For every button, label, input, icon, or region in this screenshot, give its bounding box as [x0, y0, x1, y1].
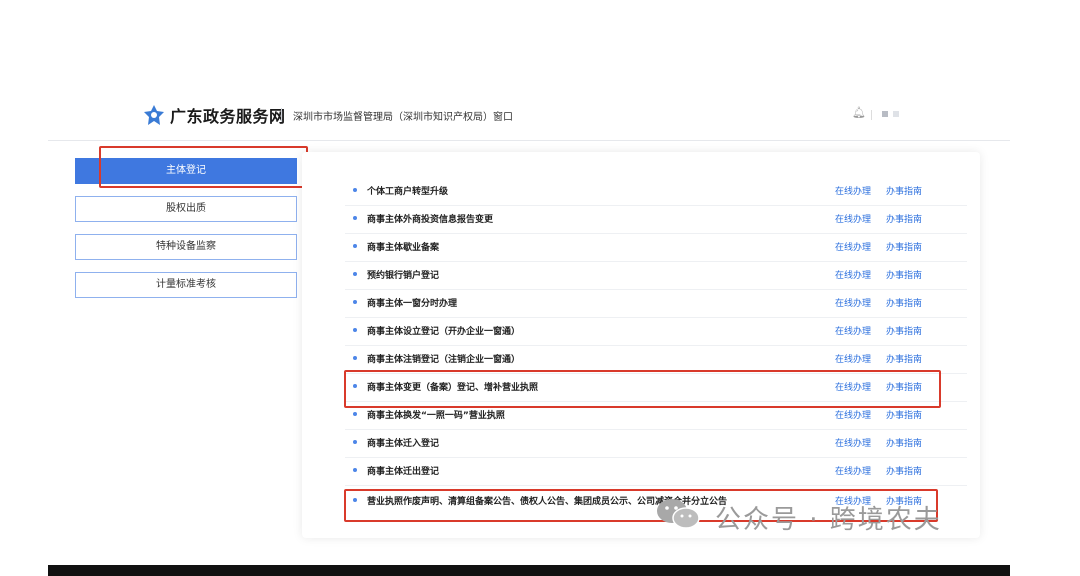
service-row: 预约银行销户登记 在线办理 办事指南 [345, 261, 967, 290]
online-apply-link[interactable]: 在线办理 [835, 324, 871, 337]
watermark-text: 公众号 · 跨境农夫 [715, 505, 942, 535]
highlight-box-change-registration [344, 370, 941, 408]
service-row: 商事主体设立登记（开办企业一窗通） 在线办理 办事指南 [345, 317, 967, 346]
wechat-icon [657, 499, 700, 529]
online-apply-link[interactable]: 在线办理 [835, 352, 871, 365]
logo-icon [144, 105, 164, 125]
bullet-icon [353, 216, 357, 220]
service-name[interactable]: 商事主体迁入登记 [367, 436, 439, 449]
online-apply-link[interactable]: 在线办理 [835, 240, 871, 253]
bullet-icon [353, 300, 357, 304]
footer-bar [48, 565, 1010, 576]
bullet-icon [353, 440, 357, 444]
service-name[interactable]: 商事主体迁出登记 [367, 464, 439, 477]
service-row: 商事主体迁出登记 在线办理 办事指南 [345, 457, 967, 486]
online-apply-link[interactable]: 在线办理 [835, 436, 871, 449]
online-apply-link[interactable]: 在线办理 [835, 268, 871, 281]
user-name-placeholder[interactable] [893, 111, 899, 117]
service-name[interactable]: 商事主体设立登记（开办企业一窗通） [367, 324, 520, 337]
service-row: 个体工商户转型升级 在线办理 办事指南 [345, 177, 967, 206]
bullet-icon [353, 272, 357, 276]
online-apply-link[interactable]: 在线办理 [835, 464, 871, 477]
service-row: 商事主体迁入登记 在线办理 办事指南 [345, 429, 967, 458]
service-row: 商事主体外商投资信息报告变更 在线办理 办事指南 [345, 205, 967, 234]
service-name[interactable]: 商事主体外商投资信息报告变更 [367, 212, 493, 225]
header-divider [281, 108, 282, 122]
sidebar-item-equity-pledge[interactable]: 股权出质 [75, 196, 297, 222]
online-apply-link[interactable]: 在线办理 [835, 408, 871, 421]
guide-link[interactable]: 办事指南 [886, 352, 922, 365]
highlight-box-sidebar [99, 146, 308, 188]
user-avatar-icon[interactable] [882, 111, 888, 117]
sidebar-item-special-equipment[interactable]: 特种设备监察 [75, 234, 297, 260]
bullet-icon [353, 356, 357, 360]
online-apply-link[interactable]: 在线办理 [835, 296, 871, 309]
guide-link[interactable]: 办事指南 [886, 296, 922, 309]
service-name[interactable]: 商事主体一窗分时办理 [367, 296, 457, 309]
service-row: 商事主体歇业备案 在线办理 办事指南 [345, 233, 967, 262]
service-row: 商事主体一窗分时办理 在线办理 办事指南 [345, 289, 967, 318]
guide-link[interactable]: 办事指南 [886, 240, 922, 253]
guide-link[interactable]: 办事指南 [886, 212, 922, 225]
service-name[interactable]: 商事主体注销登记（注销企业一窗通） [367, 352, 520, 365]
header-divider-right [871, 110, 872, 120]
bullet-icon [353, 468, 357, 472]
bullet-icon [353, 244, 357, 248]
guide-link[interactable]: 办事指南 [886, 408, 922, 421]
sidebar-item-measurement-standard[interactable]: 计量标准考核 [75, 272, 297, 298]
service-name[interactable]: 商事主体歇业备案 [367, 240, 439, 253]
guide-link[interactable]: 办事指南 [886, 324, 922, 337]
online-apply-link[interactable]: 在线办理 [835, 212, 871, 225]
service-name[interactable]: 个体工商户转型升级 [367, 184, 448, 197]
guide-link[interactable]: 办事指南 [886, 436, 922, 449]
top-header: 广东政务服务网 深圳市市场监督管理局（深圳市知识产权局）窗口 🔔︎ [48, 96, 1010, 141]
window-title: 深圳市市场监督管理局（深圳市知识产权局）窗口 [293, 112, 513, 123]
bullet-icon [353, 328, 357, 332]
service-name[interactable]: 预约银行销户登记 [367, 268, 439, 281]
guide-link[interactable]: 办事指南 [886, 184, 922, 197]
service-name[interactable]: 商事主体换发“一照一码”营业执照 [367, 408, 505, 421]
bullet-icon [353, 412, 357, 416]
guide-link[interactable]: 办事指南 [886, 464, 922, 477]
online-apply-link[interactable]: 在线办理 [835, 184, 871, 197]
bullet-icon [353, 188, 357, 192]
bell-icon[interactable]: 🔔︎ [852, 106, 866, 120]
site-name[interactable]: 广东政务服务网 [170, 103, 286, 127]
guide-link[interactable]: 办事指南 [886, 268, 922, 281]
